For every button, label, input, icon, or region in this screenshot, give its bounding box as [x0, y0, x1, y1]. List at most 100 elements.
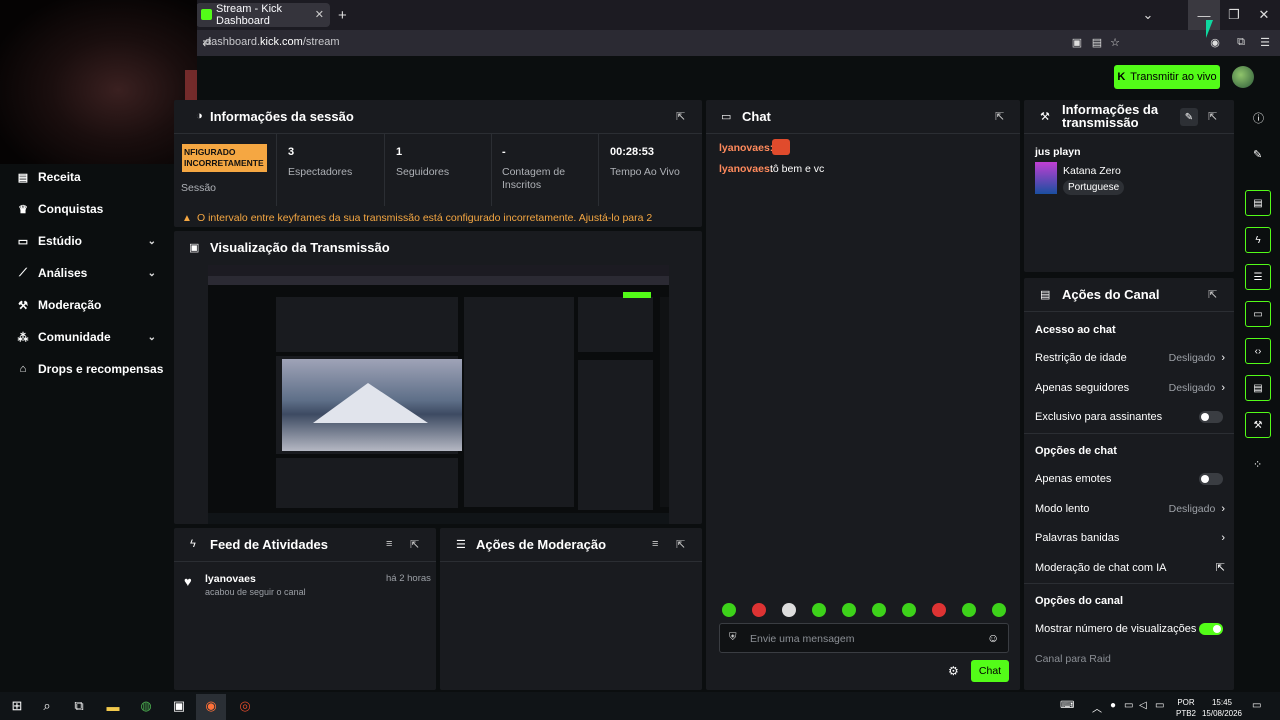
- sidebar-item-drops[interactable]: ⌂ Drops e recompensas: [16, 359, 176, 379]
- chat-user[interactable]: lyanovaes:: [719, 163, 773, 175]
- category-thumbnail: [1035, 162, 1057, 194]
- category-name[interactable]: Katana Zero: [1063, 165, 1121, 177]
- emote-icon[interactable]: [812, 603, 826, 617]
- emote-icon[interactable]: [902, 603, 916, 617]
- ai-moderation-row[interactable]: Moderação de chat com IA ⇱: [1035, 561, 1225, 575]
- input-language[interactable]: POR PTB2: [1176, 697, 1196, 719]
- sidebar-item-conquistas[interactable]: ♛ Conquistas: [16, 199, 156, 219]
- send-chat-button[interactable]: Chat: [971, 660, 1009, 682]
- edit-pencil-icon[interactable]: ✎: [1180, 108, 1198, 126]
- keyboard-icon[interactable]: ⌨: [1060, 700, 1074, 711]
- sidebar-item-receita[interactable]: ▤ Receita: [16, 167, 156, 187]
- show-views-toggle[interactable]: [1199, 623, 1223, 635]
- section-channel-options: Opções do canal: [1035, 595, 1124, 607]
- raid-channel-row[interactable]: Canal para Raid: [1035, 653, 1111, 665]
- show-views-row: Mostrar número de visualizações: [1035, 623, 1223, 635]
- activity-user[interactable]: lyanovaes: [205, 573, 256, 585]
- emotes-only-toggle[interactable]: [1199, 473, 1223, 485]
- clock[interactable]: 15:45 15/08/2026: [1200, 697, 1244, 719]
- bookmark-star-icon[interactable]: ☆: [1108, 35, 1122, 49]
- emote-icon[interactable]: [962, 603, 976, 617]
- age-restriction-row[interactable]: Restrição de idade Desligado ›: [1035, 352, 1225, 364]
- chrome-icon[interactable]: ◍: [137, 697, 155, 715]
- popout-icon[interactable]: ⇱: [676, 110, 685, 123]
- screen-share-icon[interactable]: ▣: [1070, 35, 1084, 49]
- mic-icon[interactable]: ●: [1110, 700, 1116, 711]
- battery-icon[interactable]: ▭: [1155, 700, 1164, 711]
- url-domain: kick.com: [260, 36, 303, 48]
- avatar[interactable]: [1232, 66, 1254, 88]
- sidebar-item-label: Estúdio: [38, 234, 82, 248]
- edit-pencil-icon[interactable]: ✎: [1253, 148, 1262, 161]
- activity-toggle-icon[interactable]: ϟ: [1245, 227, 1271, 253]
- extensions-icon[interactable]: ⧉: [1234, 35, 1248, 49]
- tab-list-icon[interactable]: ⌄: [1132, 0, 1164, 30]
- settings-gear-icon[interactable]: ⚙: [948, 664, 959, 678]
- keyframe-warning: O intervalo entre keyframes da sua trans…: [197, 212, 653, 225]
- row-value: Desligado: [1168, 352, 1216, 364]
- emote-icon[interactable]: [782, 603, 796, 617]
- url-field[interactable]: dashboard.kick.com/stream: [205, 36, 340, 48]
- info-icon[interactable]: ⓘ: [1253, 110, 1264, 126]
- search-icon[interactable]: ⌕: [38, 697, 56, 715]
- sidebar-item-estudio[interactable]: ▭ Estúdio ⌄: [16, 231, 156, 251]
- restore-icon[interactable]: ❐: [1218, 0, 1250, 30]
- channel-actions-toggle-icon[interactable]: ▤: [1245, 375, 1271, 401]
- popout-icon[interactable]: ⇱: [1208, 288, 1217, 301]
- banned-words-row[interactable]: Palavras banidas ›: [1035, 532, 1225, 544]
- popout-icon[interactable]: ⇱: [676, 538, 685, 551]
- chevron-right-icon: ›: [1221, 352, 1225, 364]
- emotes-only-row: Apenas emotes: [1035, 473, 1223, 485]
- close-window-icon[interactable]: ✕: [1248, 0, 1280, 30]
- filter-icon[interactable]: ≡: [652, 538, 658, 550]
- sidebar-item-moderacao[interactable]: ⚒ Moderação: [16, 295, 156, 315]
- popout-icon[interactable]: ⇱: [1208, 110, 1217, 123]
- obs-icon[interactable]: ◎: [236, 697, 254, 715]
- more-icon[interactable]: ⁘: [1253, 458, 1262, 471]
- followers-only-row[interactable]: Apenas seguidores Desligado ›: [1035, 382, 1225, 394]
- reader-view-icon[interactable]: ▤: [1090, 35, 1104, 49]
- session-toggle-icon[interactable]: ▤: [1245, 190, 1271, 216]
- task-view-icon[interactable]: ⧉: [70, 697, 88, 715]
- go-live-button[interactable]: K Transmitir ao vivo: [1114, 65, 1220, 89]
- stream-preview-video[interactable]: [208, 265, 669, 524]
- emote-icon[interactable]: [932, 603, 946, 617]
- chat-user[interactable]: lyanovaes:: [719, 142, 773, 154]
- stat-uptime: 00:28:53 Tempo Ao Vivo: [610, 146, 680, 178]
- close-tab-icon[interactable]: ✕: [315, 8, 324, 21]
- notifications-icon[interactable]: ▭: [1252, 700, 1261, 711]
- emoji-icon[interactable]: ☺: [987, 631, 999, 645]
- file-explorer-icon[interactable]: ▬: [104, 697, 122, 715]
- emote-icon[interactable]: [722, 603, 736, 617]
- sidebar-item-comunidade[interactable]: ⁂ Comunidade ⌄: [16, 327, 157, 347]
- moderation-toggle-icon[interactable]: ☰: [1245, 264, 1271, 290]
- chat-toggle-icon[interactable]: ▭: [1245, 301, 1271, 327]
- volume-icon[interactable]: ◁: [1139, 700, 1147, 711]
- emote-icon[interactable]: [872, 603, 886, 617]
- emote-icon[interactable]: [992, 603, 1006, 617]
- store-icon[interactable]: ▣: [170, 697, 188, 715]
- menu-icon[interactable]: ☰: [1258, 35, 1272, 49]
- webcam-overlay: [0, 0, 197, 164]
- browser-tab[interactable]: Stream - Kick Dashboard ✕: [196, 3, 330, 27]
- list-icon: ☰: [456, 539, 466, 551]
- subs-only-toggle[interactable]: [1199, 411, 1223, 423]
- popout-icon[interactable]: ⇱: [995, 110, 1004, 123]
- slow-mode-row[interactable]: Modo lento Desligado ›: [1035, 503, 1225, 515]
- filter-icon[interactable]: ≡: [386, 538, 392, 550]
- emote-icon[interactable]: [842, 603, 856, 617]
- network-icon[interactable]: ▭: [1124, 700, 1133, 711]
- sidebar-item-analises[interactable]: ⟋ Análises ⌄: [16, 263, 156, 283]
- emote-icon[interactable]: [752, 603, 766, 617]
- preview-toggle-icon[interactable]: ‹›: [1245, 338, 1271, 364]
- windows-start-icon[interactable]: ⊞: [8, 697, 26, 715]
- chevron-up-icon[interactable]: ︿: [1092, 700, 1102, 715]
- firefox-icon[interactable]: ◉: [202, 697, 220, 715]
- stream-info-toggle-icon[interactable]: ⚒: [1245, 412, 1271, 438]
- minimize-icon[interactable]: —: [1188, 0, 1220, 30]
- wrench-icon: ⚒: [18, 299, 28, 312]
- preview-title: Visualização da Transmissão: [210, 240, 390, 255]
- new-tab-icon[interactable]: +: [338, 7, 347, 24]
- chevron-right-icon: ›: [1221, 532, 1225, 544]
- popout-icon[interactable]: ⇱: [410, 538, 419, 551]
